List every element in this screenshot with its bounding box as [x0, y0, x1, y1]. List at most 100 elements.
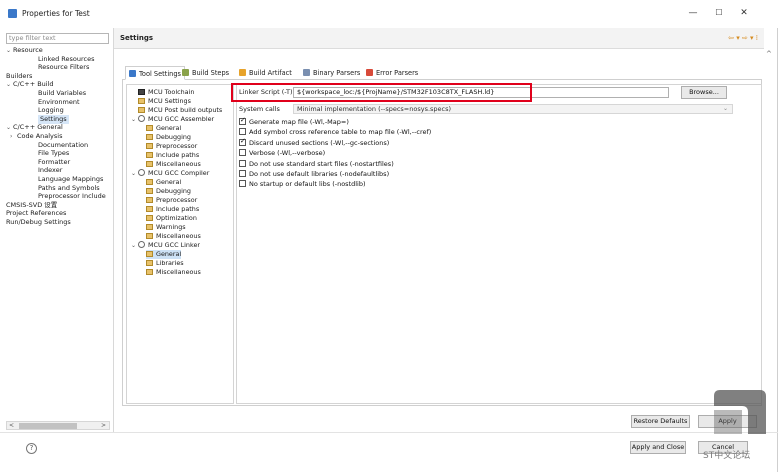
property-page-tree: ⌄ Resource Linked Resources Resource Filter… [6, 46, 113, 418]
tool-tree-item[interactable]: Debugging [146, 133, 191, 142]
left-horizontal-scrollbar[interactable]: < > [6, 421, 110, 430]
tool-tree-item[interactable]: MCU Toolchain [131, 88, 194, 97]
tool-tree-item[interactable]: ⌄ MCU GCC Compiler [131, 169, 209, 178]
chevron-down-icon: ⌄ [722, 105, 728, 112]
tool-tree-item[interactable]: General [146, 178, 181, 187]
tab-label: Tool Settings [139, 70, 181, 78]
tool-tree-item[interactable]: ⌄ MCU GCC Assembler [131, 115, 214, 124]
tool-tree-item[interactable]: Libraries [146, 259, 184, 268]
apply-and-close-button[interactable]: Apply and Close [630, 441, 686, 454]
tool-tree-item[interactable]: Warnings [146, 223, 186, 232]
tool-tree-item[interactable]: MCU Post build outputs [131, 106, 222, 115]
tool-icon [138, 89, 145, 95]
checkbox-empty-icon[interactable] [239, 180, 246, 188]
help-icon[interactable]: ? [26, 443, 37, 454]
chevron-down-icon[interactable]: ⌄ [131, 169, 138, 178]
option-label: Generate map file (-Wl,-Map=) [249, 118, 349, 126]
scrollbar-thumb[interactable] [19, 423, 77, 429]
gear-icon [138, 169, 145, 177]
tool-tree-item-label: Libraries [156, 259, 184, 268]
checkbox-empty-icon[interactable] [239, 159, 246, 167]
tool-tree-item-label: General [156, 250, 182, 259]
tool-tree-item[interactable]: Preprocessor [146, 196, 197, 205]
tree-item-label: Run/Debug Settings [6, 218, 71, 226]
tool-tree-item-label: Debugging [156, 187, 191, 196]
checkbox-checked-icon[interactable] [239, 137, 246, 146]
tree-item-run-debug-settings[interactable]: Run/Debug Settings [6, 218, 71, 227]
system-calls-select[interactable]: Minimal implementation (--specs=nosys.sp… [293, 104, 733, 114]
tree-item-label: Environment [38, 97, 80, 106]
tool-tree-item[interactable]: General [146, 124, 181, 133]
folder-icon [138, 107, 145, 114]
tool-tree-item[interactable]: General [146, 250, 182, 260]
tree-item-label: Code Analysis [17, 132, 63, 140]
tool-tree-item[interactable]: Include paths [146, 205, 199, 214]
scroll-up-icon[interactable]: ^ [766, 50, 772, 58]
folder-icon [146, 152, 153, 159]
option-label: Add symbol cross reference table to map … [249, 128, 432, 137]
tool-tree-item[interactable]: MCU Settings [131, 97, 191, 106]
tab-label: Build Artifact [249, 69, 292, 77]
tool-tree-item-label: Warnings [156, 223, 186, 232]
tool-tree-item[interactable]: Preprocessor [146, 142, 197, 151]
option-checkbox[interactable]: Do not use standard start files (-nostar… [239, 159, 394, 169]
tool-tree-item[interactable]: Miscellaneous [146, 232, 201, 241]
chevron-down-icon[interactable]: ⌄ [131, 115, 138, 124]
option-checkbox[interactable]: Discard unused sections (-Wl,--gc-sectio… [239, 137, 390, 148]
tab-4-icon [303, 69, 310, 76]
pane-divider[interactable] [113, 28, 114, 432]
folder-icon [146, 188, 153, 195]
tab-binary-parsers[interactable]: Binary Parsers [300, 66, 363, 80]
option-label: Discard unused sections (-Wl,--gc-sectio… [249, 138, 390, 147]
chevron-down-icon[interactable]: ⌄ [6, 46, 13, 55]
system-calls-value: Minimal implementation (--specs=nosys.sp… [297, 105, 452, 113]
tree-item-label: Resource Filters [38, 63, 90, 72]
close-button[interactable]: ✕ [733, 6, 755, 20]
option-label: Verbose (-Wl,--verbose) [249, 149, 326, 158]
tab-build-artifact[interactable]: Build Artifact [236, 66, 295, 80]
tool-tree-item[interactable]: Miscellaneous [146, 160, 201, 169]
checkbox-empty-icon[interactable] [239, 170, 246, 177]
chevron-right-icon[interactable]: › [10, 132, 17, 141]
window-title: Properties for Test [22, 9, 90, 18]
minimize-button[interactable]: — [682, 6, 704, 20]
tab-3-icon [239, 69, 246, 76]
tool-tree-item-label: Miscellaneous [156, 160, 201, 169]
restore-defaults-button[interactable]: Restore Defaults [631, 415, 690, 428]
chevron-down-icon[interactable]: ⌄ [131, 241, 138, 250]
tab-error-parsers[interactable]: Error Parsers [363, 66, 421, 80]
tree-item-label: Documentation [38, 140, 89, 149]
title-bar: Properties for Test — ☐ ✕ [0, 0, 778, 28]
checkbox-checked-icon[interactable] [239, 116, 246, 125]
tab-tool-settings[interactable]: Tool Settings [125, 66, 185, 80]
history-nav-icon[interactable]: ⇦ ▾ ⇨ ▾ ⁞ [728, 34, 758, 42]
tab-strip: Tool Settings Build Steps Build Artifact Bi… [122, 66, 762, 80]
option-checkbox[interactable]: Add symbol cross reference table to map … [239, 128, 431, 137]
tool-tree-item-label: Debugging [156, 133, 191, 142]
tool-tree-item[interactable]: ⌄ MCU GCC Linker [131, 241, 200, 250]
tree-item-resource-filters[interactable]: Resource Filters [38, 63, 89, 72]
tab-build-steps[interactable]: Build Steps [179, 66, 232, 80]
tool-tree-item[interactable]: Miscellaneous [146, 268, 201, 277]
chevron-down-icon[interactable]: ⌄ [6, 80, 13, 89]
filter-input[interactable]: type filter text [6, 33, 109, 44]
tree-item-label: C/C++ Build [13, 80, 54, 89]
option-checkbox[interactable]: Do not use default libraries (-nodefault… [239, 170, 389, 179]
scroll-right-icon[interactable]: > [101, 422, 106, 430]
linker-general-form: Linker Script (-T) ${workspace_loc:/${Pr… [236, 84, 762, 404]
tool-tree-item[interactable]: Optimization [146, 214, 197, 223]
checkbox-empty-icon[interactable] [239, 128, 246, 136]
tree-item-label: Build Variables [38, 89, 87, 97]
option-checkbox[interactable]: Generate map file (-Wl,-Map=) [239, 116, 349, 127]
option-checkbox[interactable]: No startup or default libs (-nostdlib) [239, 180, 366, 189]
tool-tree-item-label: Miscellaneous [156, 232, 201, 241]
scroll-left-icon[interactable]: < [9, 422, 14, 430]
tool-tree-item[interactable]: Include paths [146, 151, 199, 160]
option-checkbox[interactable]: Verbose (-Wl,--verbose) [239, 149, 325, 158]
browse-button[interactable]: Browse... [681, 86, 727, 99]
gear-icon [138, 115, 145, 123]
tool-tree-item[interactable]: Debugging [146, 187, 191, 196]
checkbox-empty-icon[interactable] [239, 149, 246, 157]
folder-icon [146, 224, 153, 231]
maximize-button[interactable]: ☐ [708, 6, 730, 20]
